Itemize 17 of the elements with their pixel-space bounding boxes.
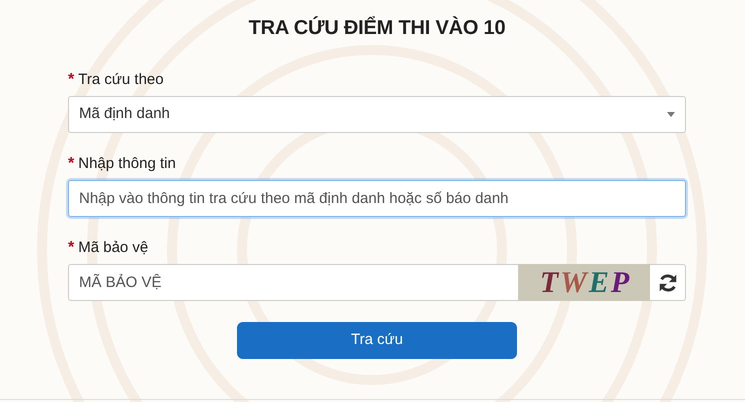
captcha-character: P: [610, 265, 630, 301]
dropdown-caret-icon: [667, 112, 675, 117]
field-label: Tra cứu theo: [78, 70, 164, 90]
refresh-icon: [656, 272, 678, 294]
captcha-character: E: [588, 265, 609, 301]
field-label: Nhập thông tin: [78, 154, 176, 174]
captcha-character: T: [540, 265, 558, 301]
select-field[interactable]: Mã định danh: [68, 96, 686, 133]
captcha-character: W: [560, 265, 587, 301]
field-label: Mã bảo vệ: [78, 238, 148, 258]
required-asterisk: *: [68, 70, 74, 90]
text-input-field[interactable]: Nhập vào thông tin tra cứu theo mã định danh hoặc số báo danh: [68, 180, 686, 217]
required-asterisk: *: [68, 238, 74, 258]
search-button[interactable]: Tra cứu: [237, 322, 517, 359]
required-asterisk: *: [68, 154, 74, 174]
page-title: TRA CỨU ĐIỂM THI VÀO 10: [248, 15, 506, 40]
refresh-button[interactable]: [650, 264, 686, 301]
